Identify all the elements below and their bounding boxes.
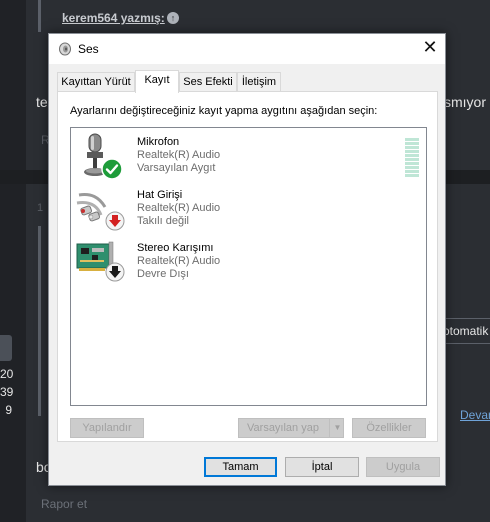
instruction-text: Ayarlarını değiştireceğiniz kayıt yapma …: [70, 105, 378, 117]
dialog-title: Ses: [78, 42, 99, 56]
speaker-icon: [59, 42, 71, 56]
background-left-strip: [0, 0, 26, 522]
tab-communications[interactable]: İletişim: [237, 72, 281, 92]
device-item-stereo-karisimi[interactable]: Stereo Karışımı Realtek(R) Audio Devre D…: [75, 238, 415, 288]
faint-text-1: 1: [37, 202, 44, 214]
device-name: Hat Girişi: [137, 189, 183, 201]
quote-bar-2: [38, 226, 41, 416]
device-list[interactable]: Mikrofon Realtek(R) Audio Varsayılan Ayg…: [70, 127, 427, 406]
tab-playback[interactable]: Kayıttan Yürüt: [57, 72, 135, 92]
device-status: Takılı değil: [137, 215, 189, 227]
tab-sounds[interactable]: Ses Efekti: [179, 72, 237, 92]
check-badge-icon: [101, 158, 123, 180]
user-stat: 20: [0, 367, 14, 381]
user-stat: 39: [0, 385, 14, 399]
device-driver: Realtek(R) Audio: [137, 149, 221, 161]
cancel-button[interactable]: İptal: [285, 457, 359, 477]
quote-bar: [38, 0, 41, 32]
device-item-mikrofon[interactable]: Mikrofon Realtek(R) Audio Varsayılan Ayg…: [75, 132, 419, 182]
device-status: Varsayılan Aygıt: [137, 162, 216, 174]
tab-recording[interactable]: Kayıt: [135, 70, 179, 93]
user-stat: 9: [5, 403, 12, 417]
apply-button[interactable]: Uygula: [366, 457, 440, 477]
level-meter: [405, 138, 419, 180]
device-name: Stereo Karışımı: [137, 242, 214, 254]
chevron-down-icon[interactable]: ▼: [329, 419, 345, 437]
post-text-fragment-right: smıyor: [444, 94, 486, 110]
title-bar[interactable]: Ses ✕: [49, 34, 445, 64]
set-default-label: Varsayılan yap: [247, 422, 319, 434]
black-down-arrow-badge-icon: [105, 262, 125, 282]
properties-button[interactable]: Özellikler: [352, 418, 426, 438]
device-driver: Realtek(R) Audio: [137, 255, 221, 267]
report-link[interactable]: Rapor et: [41, 497, 87, 511]
close-button[interactable]: ✕: [415, 34, 445, 62]
device-status: Devre Dışı: [137, 268, 189, 280]
device-item-hat-girisi[interactable]: Hat Girişi Realtek(R) Audio Takılı değil: [75, 185, 415, 235]
post-text-fragment: te: [36, 94, 48, 110]
configure-button[interactable]: Yapılandır: [70, 418, 144, 438]
set-default-button[interactable]: Varsayılan yap ▼: [238, 418, 344, 438]
quote-jump-icon[interactable]: ↑: [167, 12, 179, 24]
recording-panel: Ayarlarını değiştireceğiniz kayıt yapma …: [57, 91, 438, 442]
device-name: Mikrofon: [137, 136, 180, 148]
continue-link[interactable]: Devan: [460, 408, 490, 422]
ok-button[interactable]: Tamam: [204, 457, 277, 477]
device-driver: Realtek(R) Audio: [137, 202, 221, 214]
avatar[interactable]: [0, 335, 12, 361]
sound-dialog: Ses ✕ Kayıttan Yürüt Kayıt Ses Efekti İl…: [48, 33, 446, 486]
red-down-arrow-badge-icon: [105, 211, 125, 231]
quote-author-link[interactable]: kerem564 yazmış:: [62, 11, 165, 25]
